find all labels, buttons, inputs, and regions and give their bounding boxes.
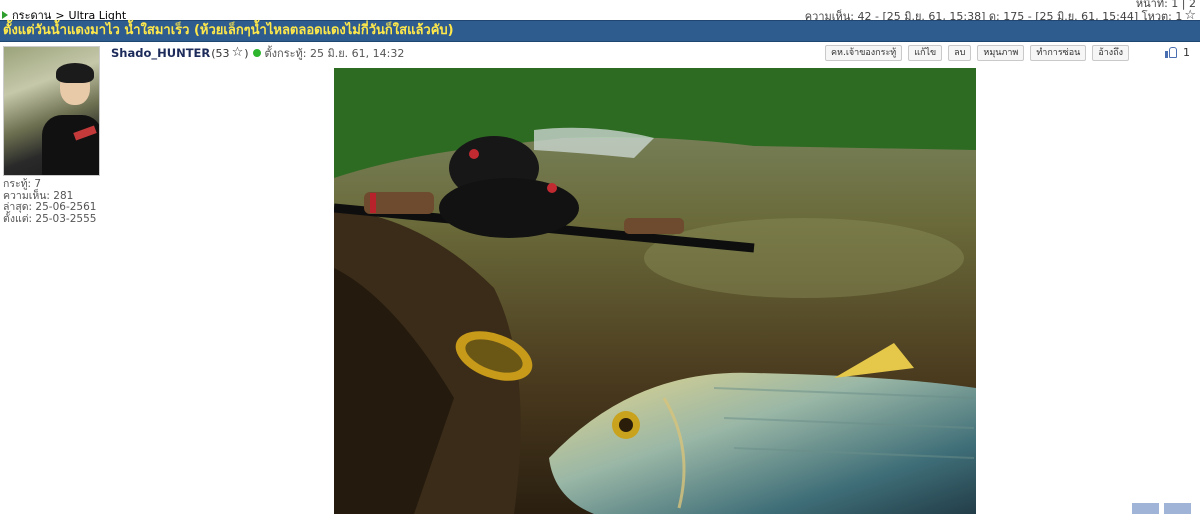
nav-prev-button[interactable] xyxy=(1132,503,1159,514)
post-header: Shado_HUNTER (53 ☆) ตั้งกระทู้: 25 มิ.ย.… xyxy=(111,45,404,61)
post-photo[interactable] xyxy=(334,68,976,514)
play-arrow-icon xyxy=(2,11,8,19)
nav-next-button[interactable] xyxy=(1164,503,1191,514)
rotate-image-button[interactable]: หมุนภาพ xyxy=(977,45,1025,61)
top-bar: หน้าที่: 1 | 2 กระดาน > Ultra Light ความ… xyxy=(0,0,1200,23)
online-dot-icon xyxy=(252,49,261,57)
thread-title: ตั้งแต่วันน้ำแดงมาไว น้ำใสมาเร็ว (ห้วยเล… xyxy=(3,23,454,38)
thumbs-up-icon[interactable] xyxy=(1165,47,1177,58)
hide-button[interactable]: ทำการซ่อน xyxy=(1030,45,1087,61)
user-stats: กระทู้: 7 ความเห็น: 281 ล่าสุด: 25-06-25… xyxy=(3,178,101,225)
reputation: (53 xyxy=(211,46,230,60)
edit-button[interactable]: แก้ไข xyxy=(908,45,943,61)
reputation-close: ) xyxy=(244,46,249,60)
avatar[interactable] xyxy=(3,46,100,176)
like-area[interactable]: 1 xyxy=(1165,46,1190,59)
like-count: 1 xyxy=(1183,46,1190,59)
post: กระทู้: 7 ความเห็น: 281 ล่าสุด: 25-06-25… xyxy=(0,43,1200,514)
quote-button[interactable]: อ้างถึง xyxy=(1092,45,1130,61)
delete-button[interactable]: ลบ xyxy=(948,45,972,61)
username[interactable]: Shado_HUNTER xyxy=(111,46,210,60)
post-actions: คห.เจ้าของกระทู้ แก้ไข ลบ หมุนภาพ ทำการซ… xyxy=(825,45,1130,61)
user-threads: กระทู้: 7 xyxy=(3,178,42,190)
user-since: ตั้งแต่: 25-03-2555 xyxy=(3,212,97,225)
thread-title-bar: ตั้งแต่วันน้ำแดงมาไว น้ำใสมาเร็ว (ห้วยเล… xyxy=(0,20,1200,42)
user-last-active: ล่าสุด: 25-06-2561 xyxy=(3,201,97,213)
post-date: ตั้งกระทู้: 25 มิ.ย. 61, 14:32 xyxy=(264,47,405,60)
owner-comment-button[interactable]: คห.เจ้าของกระทู้ xyxy=(825,45,903,61)
star-icon: ☆ xyxy=(231,45,244,60)
avatar-hair xyxy=(56,63,94,83)
avatar-shirt xyxy=(42,115,99,175)
user-sidebar: กระทู้: 7 ความเห็น: 281 ล่าสุด: 25-06-25… xyxy=(3,46,101,225)
fishing-photo xyxy=(334,68,976,514)
